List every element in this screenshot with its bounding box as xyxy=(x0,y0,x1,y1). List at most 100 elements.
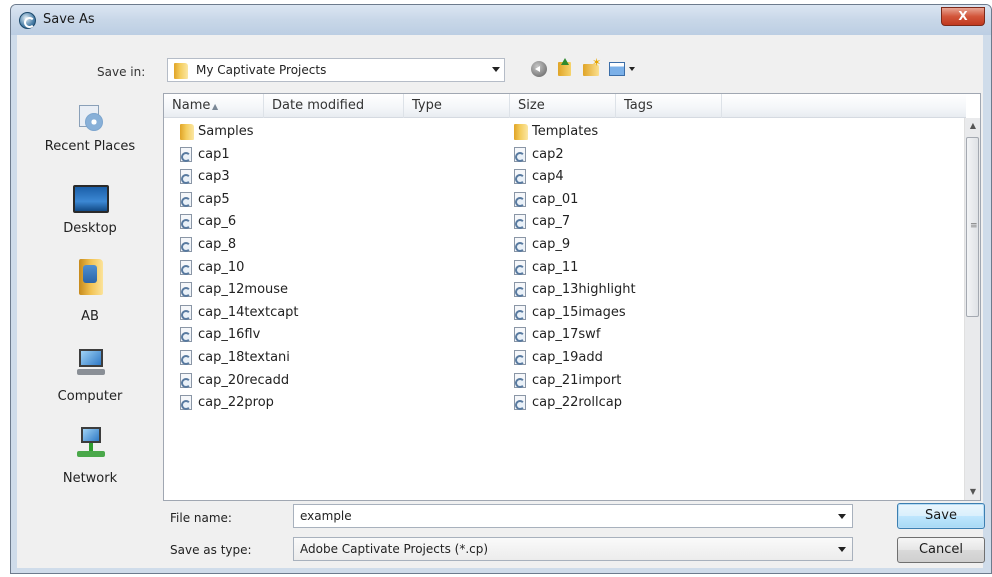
file-item[interactable]: cap_16flv xyxy=(176,325,476,345)
recent-places-icon xyxy=(77,101,105,131)
close-button[interactable]: X xyxy=(941,7,985,26)
file-item[interactable]: cap_17swf xyxy=(510,325,810,345)
file-item[interactable]: cap3 xyxy=(176,167,476,187)
folder-item[interactable]: Templates xyxy=(510,122,810,142)
file-name-text: cap_11 xyxy=(532,259,579,275)
vertical-scrollbar[interactable]: ▲ ≡ ▼ xyxy=(964,118,980,500)
file-item[interactable]: cap_18textani xyxy=(176,348,476,368)
file-name-text: cap_22rollcap xyxy=(532,395,623,411)
file-item[interactable]: cap_14textcapt xyxy=(176,303,476,323)
save-as-type-dropdown[interactable]: Adobe Captivate Projects (*.cp) xyxy=(293,537,853,561)
view-menu-icon xyxy=(609,62,635,76)
title-bar[interactable]: Save As X xyxy=(11,5,991,35)
file-item[interactable]: cap_11 xyxy=(510,258,810,278)
file-item[interactable]: cap5 xyxy=(176,190,476,210)
folder-item[interactable]: Samples xyxy=(176,122,476,142)
place-user[interactable]: AB xyxy=(27,259,153,329)
column-header-size[interactable]: Size xyxy=(510,94,616,118)
captivate-file-icon xyxy=(180,395,194,411)
scroll-down-icon[interactable]: ▼ xyxy=(965,484,981,500)
file-name-text: cap5 xyxy=(198,191,230,207)
file-item[interactable]: cap4 xyxy=(510,167,810,187)
folder-icon xyxy=(180,124,194,140)
file-item[interactable]: cap_12mouse xyxy=(176,280,476,300)
place-label: Desktop xyxy=(63,221,117,236)
captivate-file-icon xyxy=(180,350,194,366)
file-name-text: cap_14textcapt xyxy=(198,304,299,320)
place-label: Recent Places xyxy=(44,139,136,154)
captivate-file-icon xyxy=(180,191,194,208)
place-label: AB xyxy=(81,309,99,324)
folder-icon xyxy=(174,63,188,79)
save-as-type-value: Adobe Captivate Projects (*.cp) xyxy=(300,542,489,556)
file-name-input[interactable]: example xyxy=(293,504,853,528)
column-header-type[interactable]: Type xyxy=(404,94,510,118)
file-name-text: cap_15images xyxy=(532,304,626,320)
captivate-file-icon xyxy=(180,259,194,276)
file-item[interactable]: cap_13highlight xyxy=(510,280,810,300)
file-name-text: Samples xyxy=(198,124,254,139)
file-name-text: cap2 xyxy=(532,146,564,162)
window-title: Save As xyxy=(43,12,95,27)
computer-icon xyxy=(75,347,107,377)
column-header-name[interactable]: Name ▲ xyxy=(164,94,264,118)
place-network[interactable]: Network xyxy=(27,427,153,497)
save-as-type-label: Save as type: xyxy=(170,543,252,557)
scroll-up-icon[interactable]: ▲ xyxy=(965,118,981,134)
chevron-down-icon xyxy=(838,547,846,552)
file-name-text: cap_17swf xyxy=(532,327,601,343)
column-header-date-modified[interactable]: Date modified xyxy=(264,94,404,118)
scroll-thumb[interactable]: ≡ xyxy=(966,137,979,317)
file-item[interactable]: cap_22rollcap xyxy=(510,393,810,413)
file-item[interactable]: cap_15images xyxy=(510,303,810,323)
place-computer[interactable]: Computer xyxy=(27,347,153,417)
network-icon xyxy=(75,427,107,459)
places-bar: Recent Places Desktop AB Computer Networ… xyxy=(27,93,153,499)
file-name-text: cap_20recadd xyxy=(198,372,290,388)
file-item[interactable]: cap_21import xyxy=(510,371,810,391)
save-in-dropdown[interactable]: My Captivate Projects xyxy=(167,58,505,82)
save-in-value: My Captivate Projects xyxy=(196,63,327,77)
file-name-text: cap_9 xyxy=(532,237,571,252)
captivate-file-icon xyxy=(514,259,528,276)
file-name-text: Templates xyxy=(532,124,599,139)
file-item[interactable]: cap_6 xyxy=(176,212,476,232)
column-header-tags[interactable]: Tags xyxy=(616,94,722,118)
file-name-text: cap_22prop xyxy=(198,395,274,411)
file-list[interactable]: Name ▲ Date modified Type Size Tags Samp… xyxy=(163,93,981,501)
captivate-file-icon xyxy=(514,146,528,163)
file-item[interactable]: cap_7 xyxy=(510,212,810,232)
back-button[interactable] xyxy=(529,59,549,79)
file-name-text: cap_21import xyxy=(532,372,622,388)
file-item[interactable]: cap_22prop xyxy=(176,393,476,413)
captivate-file-icon xyxy=(514,282,528,298)
back-icon xyxy=(531,61,547,77)
captivate-file-icon xyxy=(180,327,194,343)
place-recent-places[interactable]: Recent Places xyxy=(27,101,153,171)
save-button[interactable]: Save xyxy=(897,503,985,529)
chevron-down-icon xyxy=(492,67,500,72)
up-folder-button[interactable] xyxy=(555,58,575,79)
file-name-value: example xyxy=(300,509,352,523)
file-item[interactable]: cap_20recadd xyxy=(176,371,476,391)
file-name-text: cap_19add xyxy=(532,350,603,365)
file-name-text: cap_7 xyxy=(532,214,571,230)
chevron-down-icon[interactable] xyxy=(838,514,846,519)
file-item[interactable]: cap_9 xyxy=(510,235,810,255)
file-item[interactable]: cap_8 xyxy=(176,235,476,255)
file-item[interactable]: cap1 xyxy=(176,145,476,165)
captivate-file-icon xyxy=(180,372,194,389)
captivate-file-icon xyxy=(514,327,528,343)
file-item[interactable]: cap2 xyxy=(510,145,810,165)
captivate-file-icon xyxy=(514,214,528,230)
save-as-dialog: Save As X Save in: My Captivate Projects… xyxy=(10,4,992,574)
file-item[interactable]: cap_19add xyxy=(510,348,810,368)
new-folder-button[interactable] xyxy=(581,56,601,79)
view-menu-button[interactable] xyxy=(607,59,637,79)
file-item[interactable]: cap_01 xyxy=(510,190,810,210)
place-desktop[interactable]: Desktop xyxy=(27,185,153,255)
file-item[interactable]: cap_10 xyxy=(176,258,476,278)
file-name-text: cap_8 xyxy=(198,237,237,252)
cancel-button[interactable]: Cancel xyxy=(897,537,985,563)
folder-icon xyxy=(514,124,528,140)
